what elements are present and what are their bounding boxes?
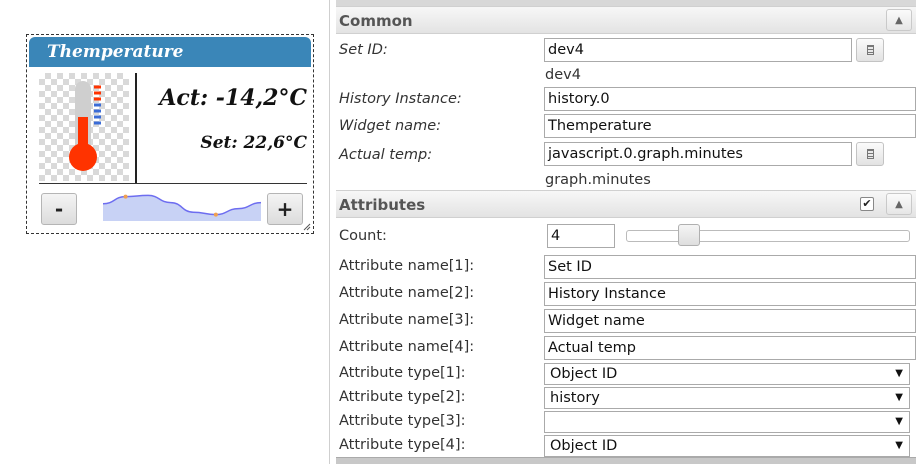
temperature-sparkline bbox=[102, 194, 262, 221]
properties-panel: Common ▲ Set ID: dev4 dev4 History Insta… bbox=[329, 0, 917, 464]
attr-type-3-select[interactable]: ▼ bbox=[544, 411, 910, 433]
attributes-enable-checkbox[interactable]: ✔ bbox=[860, 197, 874, 211]
widget-title: Themperature bbox=[29, 37, 311, 67]
dropdown-arrow-icon: ▼ bbox=[895, 392, 903, 403]
dropdown-arrow-icon: ▼ bbox=[895, 440, 903, 451]
attr-type-2-select[interactable]: history ▼ bbox=[544, 387, 910, 409]
actual-temp-resolved: graph.minutes bbox=[545, 172, 651, 188]
dropdown-arrow-icon: ▼ bbox=[895, 416, 903, 427]
attr-name-4-label: Attribute name[4]: bbox=[339, 339, 475, 355]
actual-temp-select-button[interactable] bbox=[856, 142, 884, 166]
attr-name-4-input[interactable]: Actual temp bbox=[544, 336, 916, 360]
collapse-common-button[interactable]: ▲ bbox=[886, 9, 912, 31]
group-title-attributes: Attributes bbox=[339, 196, 426, 214]
count-input[interactable]: 4 bbox=[547, 224, 615, 248]
attr-name-2-input[interactable]: History Instance bbox=[544, 282, 916, 306]
attr-type-4-label: Attribute type[4]: bbox=[339, 437, 466, 453]
group-header-common[interactable]: Common ▲ bbox=[336, 6, 916, 34]
thermometer-icon bbox=[69, 81, 101, 171]
attr-type-2-value: history bbox=[550, 390, 600, 406]
attr-type-1-label: Attribute type[1]: bbox=[339, 365, 466, 381]
count-label: Count: bbox=[339, 228, 387, 244]
attr-type-2-label: Attribute type[2]: bbox=[339, 389, 466, 405]
set-temperature: Set: 22,6°C bbox=[200, 133, 307, 153]
history-instance-label: History Instance: bbox=[339, 91, 462, 107]
set-id-select-button[interactable] bbox=[856, 38, 884, 62]
thermostat-widget[interactable]: Themperature Act: -14,2°C Set: 22,6°C - bbox=[26, 34, 314, 234]
attr-type-4-select[interactable]: Object ID ▼ bbox=[544, 435, 910, 457]
attr-name-3-label: Attribute name[3]: bbox=[339, 312, 475, 328]
actual-temp-input[interactable]: javascript.0.graph.minutes bbox=[544, 142, 852, 166]
thermometer-image bbox=[39, 73, 129, 181]
attr-name-3-input[interactable]: Widget name bbox=[544, 309, 916, 333]
attr-type-1-select[interactable]: Object ID ▼ bbox=[544, 363, 910, 385]
dropdown-arrow-icon: ▼ bbox=[895, 368, 903, 379]
actual-temperature: Act: -14,2°C bbox=[159, 85, 307, 111]
attr-type-1-value: Object ID bbox=[550, 366, 618, 382]
count-slider-handle[interactable] bbox=[678, 224, 701, 246]
collapse-attributes-button[interactable]: ▲ bbox=[886, 193, 912, 215]
divider-horizontal bbox=[39, 183, 307, 184]
history-instance-input[interactable]: history.0 bbox=[544, 87, 916, 111]
list-icon bbox=[867, 149, 874, 159]
attr-type-3-label: Attribute type[3]: bbox=[339, 413, 466, 429]
list-icon bbox=[867, 45, 874, 55]
group-title-common: Common bbox=[339, 12, 413, 30]
set-id-input[interactable]: dev4 bbox=[544, 38, 852, 62]
attr-name-1-label: Attribute name[1]: bbox=[339, 258, 475, 274]
attr-type-4-value: Object ID bbox=[550, 438, 618, 454]
sparkline-point bbox=[123, 194, 128, 199]
set-id-label: Set ID: bbox=[339, 42, 388, 58]
set-id-resolved: dev4 bbox=[545, 67, 581, 83]
increase-button[interactable]: + bbox=[267, 193, 303, 225]
actual-temp-label: Actual temp: bbox=[339, 147, 433, 163]
count-slider-track[interactable] bbox=[626, 230, 910, 242]
divider-vertical bbox=[135, 73, 137, 183]
widget-name-input[interactable]: Themperature bbox=[544, 114, 916, 138]
widget-name-label: Widget name: bbox=[339, 118, 441, 134]
group-header-attributes[interactable]: Attributes ✔ ▲ bbox=[336, 190, 916, 218]
widget-canvas: Themperature Act: -14,2°C Set: 22,6°C - bbox=[0, 0, 330, 464]
sparkline-point bbox=[213, 212, 218, 217]
panel-scrollbar[interactable] bbox=[336, 457, 916, 464]
attr-name-2-label: Attribute name[2]: bbox=[339, 285, 475, 301]
decrease-button[interactable]: - bbox=[41, 193, 77, 225]
resize-handle-icon[interactable] bbox=[303, 223, 311, 231]
attr-name-1-input[interactable]: Set ID bbox=[544, 255, 916, 279]
